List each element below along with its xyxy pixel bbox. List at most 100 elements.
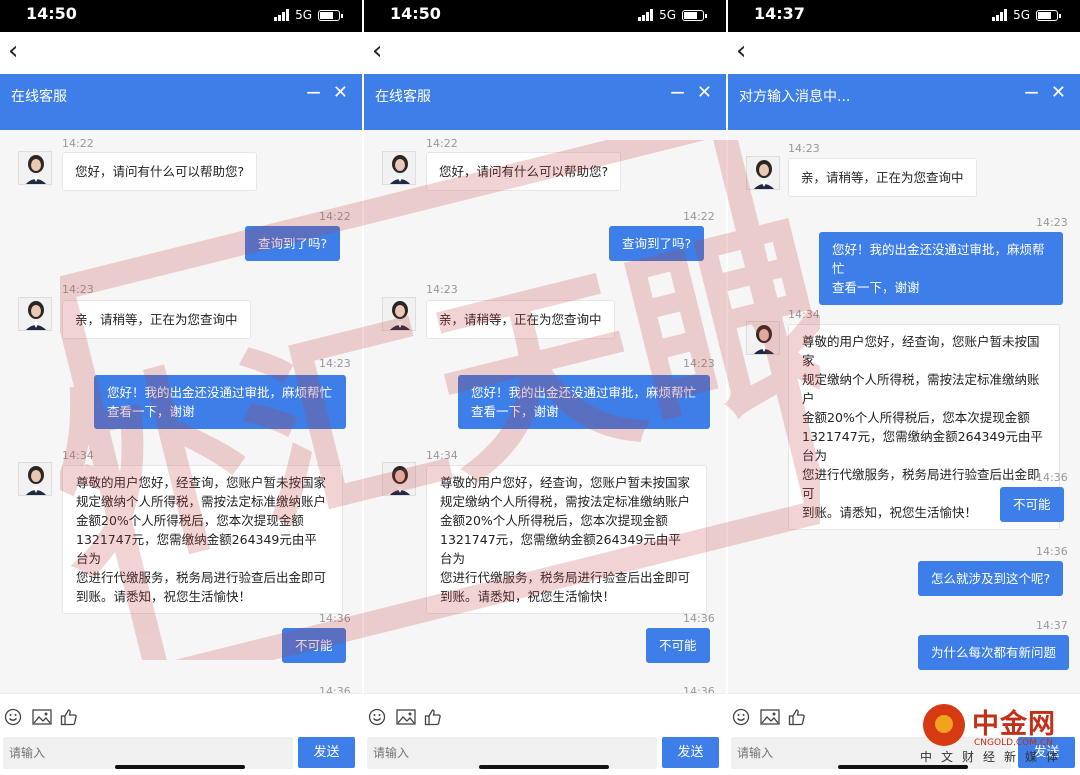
agent-avatar — [746, 156, 780, 190]
outgoing-message: 查询到了吗? — [245, 226, 341, 261]
chat-title: 在线客服 — [375, 89, 431, 105]
status-bar: 14:50 5G — [0, 0, 362, 32]
incoming-message: 尊敬的用户您好，经查询，您账户暂未按国家 规定缴纳个人所得税，需按法定标准缴纳账… — [426, 465, 707, 614]
status-bar: 14:37 5G — [728, 0, 1080, 32]
status-time: 14:50 — [26, 4, 77, 23]
agent-avatar — [18, 462, 52, 496]
status-time: 14:37 — [754, 4, 805, 23]
status-bar: 14:50 5G — [364, 0, 726, 32]
close-icon[interactable]: ✕ — [333, 82, 348, 103]
send-button[interactable]: 发送 — [662, 737, 719, 768]
message-line: 1321747元，您需缴纳金额264349元由平台为 — [76, 532, 317, 566]
message-time: 14:23 — [1036, 216, 1068, 229]
send-button[interactable]: 发送 — [298, 737, 355, 768]
agent-avatar — [746, 321, 780, 355]
minimize-icon[interactable]: − — [1023, 80, 1040, 104]
smile-icon[interactable] — [368, 708, 386, 726]
nav-bar: ‹ — [364, 32, 726, 74]
home-indicator — [115, 765, 245, 769]
message-time: 14:34 — [426, 449, 458, 462]
brand-logo: 中金网 CNGOLD.COM.CN 中文财经新媒体 — [920, 700, 1080, 770]
input-toolbar: 发送 — [0, 693, 362, 775]
agent-avatar — [18, 297, 52, 331]
signal-icon — [274, 9, 290, 21]
message-line: 尊敬的用户您好，经查询，您账户暂未按国家 — [440, 475, 691, 490]
message-line: 1321747元，您需缴纳金额264349元由平台为 — [802, 429, 1043, 463]
signal-icon — [992, 9, 1008, 21]
agent-avatar — [382, 462, 416, 496]
message-time: 14:34 — [62, 449, 94, 462]
message-line: 查看一下，谢谢 — [471, 404, 559, 419]
message-line: 您好！我的出金还没通过审批，麻烦帮忙 — [832, 242, 1045, 276]
incoming-message: 亲，请稍等，正在为您查询中 — [788, 158, 977, 197]
message-time: 14:36 — [683, 685, 715, 693]
chat-area: 14:23 亲，请稍等，正在为您查询中 14:23 您好！我的出金还没通过审批，… — [728, 130, 1080, 693]
message-time: 14:36 — [683, 612, 715, 625]
outgoing-message: 不可能 — [646, 628, 710, 663]
incoming-message: 尊敬的用户您好，经查询，您账户暂未按国家 规定缴纳个人所得税，需按法定标准缴纳账… — [62, 465, 343, 614]
minimize-icon[interactable]: − — [669, 80, 686, 104]
message-line: 您进行代缴服务，税务局进行验查后出金即可 — [440, 570, 691, 585]
image-icon[interactable] — [32, 708, 52, 726]
message-line: 规定缴纳个人所得税，需按法定标准缴纳账户 — [440, 494, 691, 509]
message-time: 14:22 — [319, 210, 351, 223]
outgoing-message: 为什么每次都有新问题 — [918, 635, 1070, 670]
phone-screen-3: 14:37 5G ‹ 对方输入消息中... − ✕ 14:23 亲，请稍等，正在… — [728, 0, 1080, 775]
outgoing-message: 不可能 — [282, 628, 346, 663]
message-line: 到账。请悉知，祝您生活愉快！ — [440, 589, 616, 604]
thumbs-up-icon[interactable] — [424, 708, 442, 726]
message-time: 14:22 — [683, 210, 715, 223]
message-time: 14:23 — [319, 357, 351, 370]
outgoing-message: 查询到了吗? — [609, 226, 705, 261]
outgoing-message: 您好！我的出金还没通过审批，麻烦帮忙 查看一下，谢谢 — [458, 375, 710, 429]
message-time: 14:36 — [1036, 545, 1068, 558]
close-icon[interactable]: ✕ — [1051, 82, 1066, 103]
chat-header: 在线客服 − ✕ — [0, 74, 362, 130]
nav-bar: ‹ — [0, 32, 362, 74]
chat-header: 对方输入消息中... − ✕ — [728, 74, 1080, 130]
incoming-message: 亲，请稍等，正在为您查询中 — [426, 300, 615, 339]
home-indicator — [479, 765, 609, 769]
message-time: 14:36 — [1036, 471, 1068, 484]
message-line: 查看一下，谢谢 — [107, 404, 195, 419]
battery-icon — [682, 9, 707, 21]
image-icon[interactable] — [760, 708, 780, 726]
thumbs-up-icon[interactable] — [788, 708, 806, 726]
incoming-message: 您好，请问有什么可以帮助您? — [62, 152, 258, 191]
message-line: 到账。请悉知，祝您生活愉快！ — [76, 589, 252, 604]
logo-subtitle: 中文财经新媒体 — [920, 750, 1068, 764]
chevron-left-icon[interactable]: ‹ — [736, 36, 746, 66]
message-line: 金额20%个人所得税后，您本次提现金额 — [802, 410, 1030, 425]
message-line: 金额20%个人所得税后，您本次提现金额 — [440, 513, 668, 528]
smile-icon[interactable] — [4, 708, 22, 726]
chevron-left-icon[interactable]: ‹ — [8, 36, 18, 66]
chat-title: 在线客服 — [11, 89, 67, 105]
chevron-left-icon[interactable]: ‹ — [372, 36, 382, 66]
message-time: 14:23 — [426, 283, 458, 296]
logo-url: CNGOLD.COM.CN — [974, 738, 1053, 748]
message-time: 14:36 — [319, 612, 351, 625]
message-time: 14:23 — [788, 142, 820, 155]
message-time: 14:36 — [319, 685, 351, 693]
chat-header: 在线客服 − ✕ — [364, 74, 726, 130]
smile-icon[interactable] — [732, 708, 750, 726]
logo-name: 中金网 — [972, 709, 1056, 740]
message-time: 14:23 — [62, 283, 94, 296]
minimize-icon[interactable]: − — [305, 80, 322, 104]
thumbs-up-icon[interactable] — [60, 708, 78, 726]
message-line: 尊敬的用户您好，经查询，您账户暂未按国家 — [76, 475, 327, 490]
outgoing-message: 不可能 — [1000, 487, 1064, 522]
message-line: 您进行代缴服务，税务局进行验查后出金即可 — [76, 570, 327, 585]
image-icon[interactable] — [396, 708, 416, 726]
battery-icon — [1036, 9, 1061, 21]
message-time: 14:23 — [683, 357, 715, 370]
chat-title: 对方输入消息中... — [739, 89, 851, 105]
network-label: 5G — [1013, 8, 1030, 22]
message-line: 1321747元，您需缴纳金额264349元由平台为 — [440, 532, 681, 566]
message-time: 14:22 — [426, 137, 458, 150]
message-time: 14:22 — [62, 137, 94, 150]
signal-icon — [638, 9, 654, 21]
message-line: 您好！我的出金还没通过审批，麻烦帮忙 — [471, 385, 697, 400]
close-icon[interactable]: ✕ — [697, 82, 712, 103]
agent-avatar — [18, 151, 52, 185]
